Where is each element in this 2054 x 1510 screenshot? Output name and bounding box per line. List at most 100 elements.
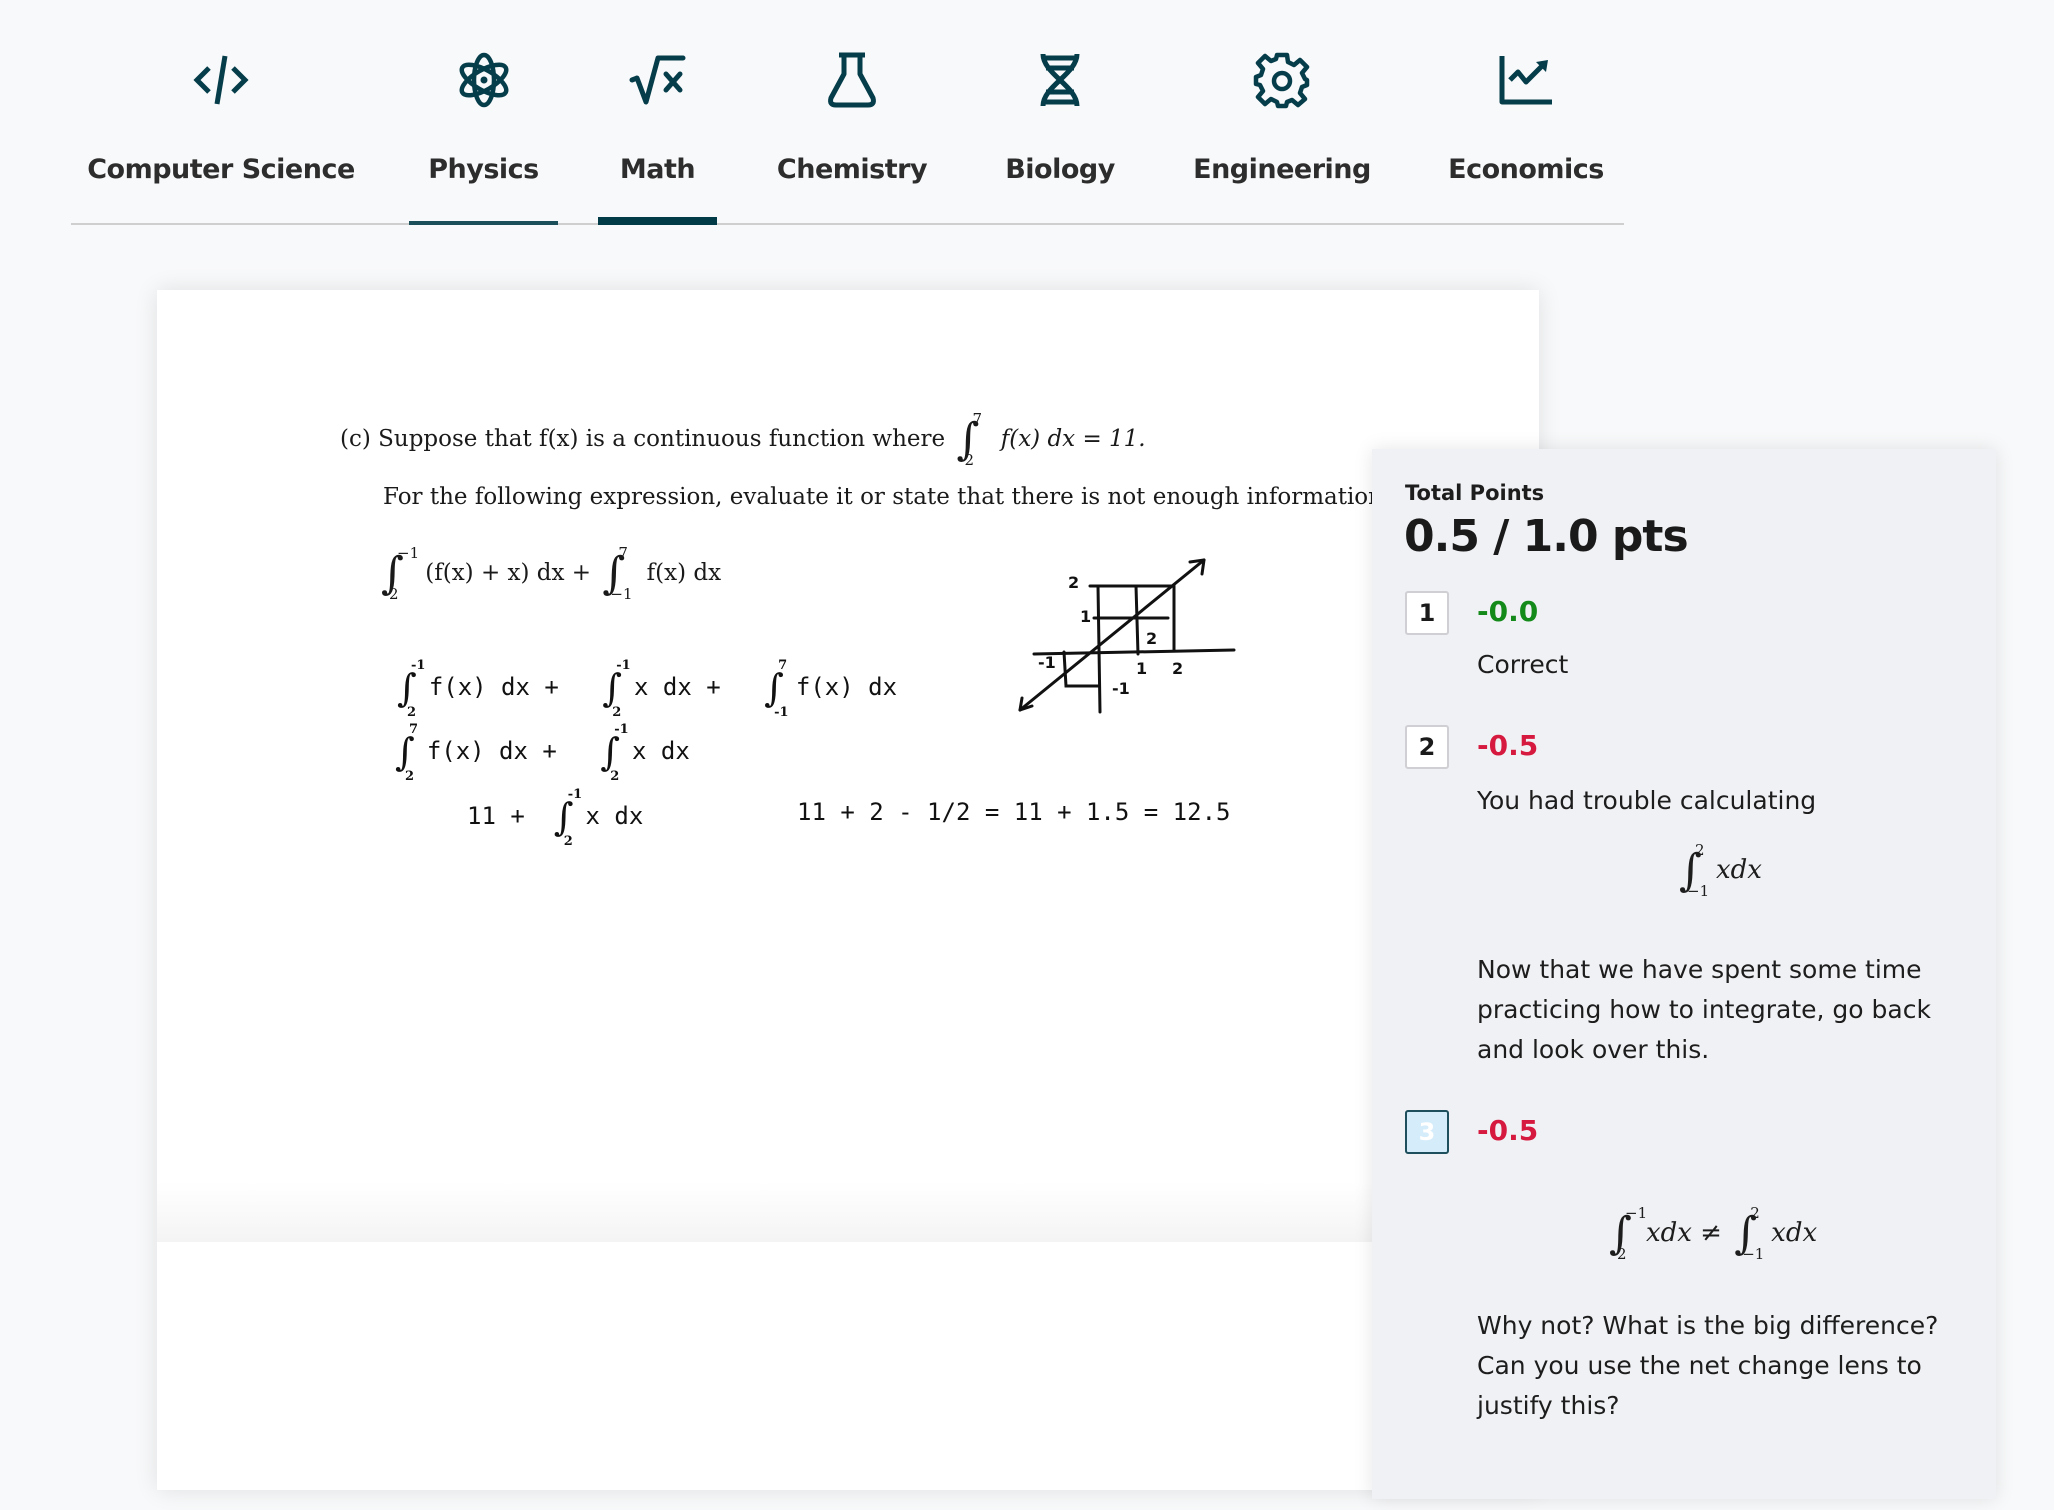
handwritten-result: 11 + 2 - 1/2 = 11 + 1.5 = 12.5 — [797, 798, 1231, 826]
rubric-number-badge[interactable]: 1 — [1405, 591, 1449, 635]
lower-limit: 2 — [405, 769, 415, 784]
y-axis — [1096, 584, 1102, 714]
square-root-icon — [628, 50, 688, 110]
upper-limit: 7 — [618, 544, 628, 562]
integrand: f(x) dx — [646, 560, 722, 586]
integrand: f(x) dx + — [426, 737, 557, 765]
lower-limit: 2 — [563, 834, 573, 849]
lower-limit: 2 — [964, 451, 974, 469]
constant-term: 11 + — [467, 802, 525, 830]
handwritten-row-2: ∫ 7 2 f(x) dx + ∫ -1 2 x dx — [395, 722, 690, 784]
dna-icon — [1030, 50, 1090, 110]
tab-physics[interactable]: Physics — [409, 0, 558, 226]
tab-hover-indicator — [409, 221, 558, 225]
integral-sign: ∫ 7 2 — [956, 410, 982, 469]
problem-instruction: For the following expression, evaluate i… — [383, 484, 1391, 510]
rubric-explanation: Now that we have spent some time practic… — [1477, 955, 1931, 1064]
rubric-item-1[interactable]: 1 -0.0 Correct — [1405, 591, 1965, 711]
lower-limit: −1 — [610, 585, 633, 603]
handwritten-row-3: 11 + ∫ -1 2 x dx — [467, 787, 643, 849]
rubric-points: -0.5 — [1477, 729, 1539, 762]
lower-limit: −1 — [1687, 882, 1710, 900]
upper-limit: 7 — [778, 658, 788, 673]
rubric-formula: ∫ −1 2 xdx ≠ ∫ 2 −1 xdx — [1605, 1204, 1818, 1263]
gear-icon — [1252, 50, 1312, 110]
upper-limit: -1 — [614, 722, 629, 737]
sketch-label: -1 — [1112, 679, 1130, 698]
integrand: f(x) dx — [795, 673, 898, 701]
tab-label: Math — [619, 154, 696, 185]
integral-sign: ∫ 2 −1 — [1734, 1204, 1765, 1263]
total-points-label: Total Points — [1405, 481, 1545, 505]
tab-biology[interactable]: Biology — [995, 0, 1125, 226]
problem-statement: (c) Suppose that f(x) is a continuous fu… — [340, 410, 1146, 469]
integrand: xdx — [1771, 1218, 1818, 1248]
chart-line-icon — [1496, 50, 1556, 110]
upper-limit: −1 — [397, 544, 420, 562]
tab-economics[interactable]: Economics — [1446, 0, 1606, 226]
problem-text: Suppose that f(x) is a continuous functi… — [378, 426, 946, 452]
lower-limit: -1 — [774, 705, 789, 720]
rubric-explanation: Why not? What is the big difference? Can… — [1477, 1311, 1939, 1420]
integral-sign: ∫ −1 2 — [1609, 1204, 1648, 1263]
integrand: (f(x) + x) dx + — [425, 560, 592, 586]
integrand: xdx — [1715, 855, 1762, 885]
problem-expression: ∫ −1 2 (f(x) + x) dx + ∫ 7 −1 f(x) dx — [377, 544, 722, 603]
total-points-score: 0.5 / 1.0 pts — [1404, 511, 1689, 562]
upper-limit: -1 — [411, 658, 426, 673]
rubric-points: -0.0 — [1477, 595, 1539, 628]
tab-engineering[interactable]: Engineering — [1192, 0, 1372, 226]
code-icon — [191, 50, 251, 110]
sketch-label: -1 — [1038, 653, 1056, 672]
rubric-number-badge-selected[interactable]: 3 — [1405, 1110, 1449, 1154]
tab-label: Biology — [1005, 154, 1115, 185]
upper-limit: 2 — [1750, 1204, 1760, 1222]
flask-icon — [822, 50, 882, 110]
arrow-head — [1200, 558, 1206, 576]
atom-icon — [454, 50, 514, 110]
integrand: x dx + — [634, 673, 721, 701]
upper-limit: -1 — [616, 658, 631, 673]
integral-sign: ∫ 7 2 — [395, 722, 419, 784]
upper-limit: 7 — [409, 722, 419, 737]
sketch-label: 2 — [1146, 629, 1157, 648]
integral-sign: ∫ −1 2 — [381, 544, 420, 603]
integral-sign: ∫ 7 -1 — [764, 658, 789, 720]
tab-label: Physics — [428, 154, 539, 185]
sketch-label: 1 — [1080, 607, 1091, 626]
submission-page: (c) Suppose that f(x) is a continuous fu… — [157, 290, 1539, 1490]
tab-divider — [71, 223, 1624, 225]
integral-sign: ∫ -1 2 — [553, 787, 583, 849]
integral-sign: ∫ -1 2 — [397, 658, 426, 720]
rubric-formula: ∫ 2 −1 xdx — [1675, 843, 1762, 899]
lower-limit: 2 — [612, 705, 622, 720]
tab-label: Engineering — [1193, 154, 1371, 185]
tab-label: Computer Science — [87, 154, 355, 185]
rubric-number-badge[interactable]: 2 — [1405, 725, 1449, 769]
lower-limit: 2 — [389, 585, 399, 603]
rubric-item-2[interactable]: 2 -0.5 You had trouble calculating ∫ 2 −1 x… — [1405, 725, 1965, 1125]
tab-math[interactable]: Math — [598, 0, 717, 226]
arrow-head — [1188, 558, 1206, 564]
handwritten-graph-sketch: 2 1 2 1 2 -1 -1 — [1018, 558, 1236, 714]
page-bottom-fade — [157, 1182, 1539, 1242]
upper-limit: -1 — [567, 787, 583, 802]
grading-panel: Total Points 0.5 / 1.0 pts 1 -0.0 Correc… — [1372, 449, 1996, 1499]
upper-limit: 2 — [1695, 841, 1705, 859]
tab-chemistry[interactable]: Chemistry — [772, 0, 932, 226]
integrand: f(x) dx + — [428, 673, 559, 701]
subject-tab-bar: Computer Science Physics Math Chemistry … — [0, 0, 1700, 240]
grid-line — [1134, 584, 1140, 656]
tab-label: Economics — [1448, 154, 1604, 185]
sketch-label: 2 — [1172, 659, 1183, 678]
lower-limit: 2 — [610, 769, 620, 784]
rubric-item-3[interactable]: 3 -0.5 ∫ −1 2 xdx ≠ ∫ 2 −1 xdx Why not? What i… — [1405, 1110, 1965, 1510]
integrand: f(x) dx = 11. — [1000, 426, 1146, 452]
upper-limit: −1 — [1625, 1204, 1648, 1222]
active-tab-indicator — [598, 217, 717, 225]
handwritten-row-1: ∫ -1 2 f(x) dx + ∫ -1 2 x dx + ∫ 7 -1 f(x) dx — [397, 658, 898, 720]
integrand: xdx ≠ — [1645, 1218, 1722, 1248]
tab-computer-science[interactable]: Computer Science — [87, 0, 355, 226]
rubric-points: -0.5 — [1477, 1114, 1539, 1147]
lower-limit: −1 — [1742, 1245, 1765, 1263]
